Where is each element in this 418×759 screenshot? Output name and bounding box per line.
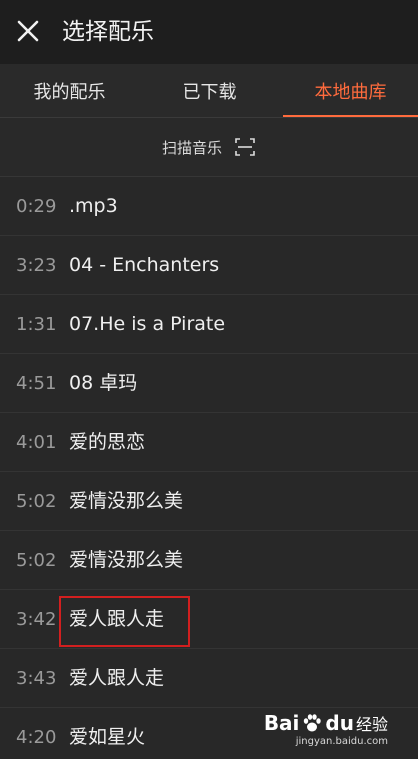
tab-downloaded[interactable]: 已下载 [140,64,279,117]
song-duration: 1:31 [16,314,57,335]
tab-my-music[interactable]: 我的配乐 [0,64,139,117]
song-title: 爱情没那么美 [69,490,184,512]
song-title: 爱人跟人走 [69,667,165,689]
song-duration: 4:51 [16,373,57,394]
song-duration: 0:29 [16,196,57,217]
tab-local-library[interactable]: 本地曲库 [283,64,418,117]
song-row[interactable]: 4:01 爱的思恋 [0,413,418,472]
song-duration: 5:02 [16,550,57,571]
song-duration: 4:01 [16,432,57,453]
header-bar: 选择配乐 [0,0,418,64]
song-row[interactable]: 4:51 08 卓玛 [0,354,418,413]
song-row[interactable]: 4:20 爱如星火 [0,708,418,759]
song-row[interactable]: 1:31 07.He is a Pirate [0,295,418,354]
close-button[interactable] [13,16,43,46]
scan-music-button[interactable]: 扫描音乐 [0,118,418,177]
song-title: 08 卓玛 [69,372,138,394]
scan-icon [235,138,255,156]
song-title: 04 - Enchanters [69,254,220,276]
song-duration: 3:42 [16,609,57,630]
music-picker-screen: 选择配乐 我的配乐 已下载 本地曲库 扫描音乐 0:29 .mp3 3:23 0… [0,0,418,759]
song-row[interactable]: 3:43 爱人跟人走 [0,649,418,708]
song-row[interactable]: 0:29 .mp3 [0,177,418,236]
song-title: 07.He is a Pirate [69,313,226,335]
song-row[interactable]: 5:02 爱情没那么美 [0,472,418,531]
close-icon [17,20,39,42]
scan-music-label: 扫描音乐 [161,138,222,157]
song-duration: 3:23 [16,255,57,276]
song-duration: 3:43 [16,668,57,689]
tab-bar: 我的配乐 已下载 本地曲库 [0,64,418,118]
song-title: 爱如星火 [69,726,146,748]
song-title: 爱人跟人走 [69,608,165,630]
page-title: 选择配乐 [62,19,154,45]
song-duration: 4:20 [16,727,57,748]
song-title: 爱的思恋 [69,431,146,453]
song-title: 爱情没那么美 [69,549,184,571]
song-list: 0:29 .mp3 3:23 04 - Enchanters 1:31 07.H… [0,177,418,759]
active-tab-indicator [283,115,418,117]
song-duration: 5:02 [16,491,57,512]
song-title: .mp3 [69,195,118,217]
song-row[interactable]: 3:23 04 - Enchanters [0,236,418,295]
song-row[interactable]: 5:02 爱情没那么美 [0,531,418,590]
song-row[interactable]: 3:42 爱人跟人走 [0,590,418,649]
